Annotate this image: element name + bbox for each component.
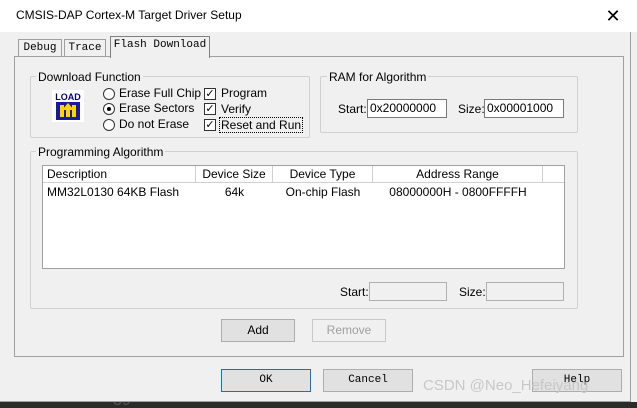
checkbox-reset-and-run[interactable]: ✓: [204, 119, 216, 131]
table-row[interactable]: MM32L0130 64KB Flash 64k On-chip Flash 0…: [43, 184, 564, 202]
ram-size-input[interactable]: 0x00001000: [484, 99, 564, 118]
ok-button[interactable]: OK: [221, 369, 311, 392]
algorithm-size-input[interactable]: [486, 282, 564, 301]
row-description: MM32L0130 64KB Flash: [47, 185, 180, 199]
csdn-watermark: CSDN @Neo_Hefeiyang: [423, 377, 589, 394]
svg-text:LOAD: LOAD: [55, 92, 81, 102]
tab-flash-download[interactable]: Flash Download: [110, 36, 210, 58]
reset-and-run-label: Reset and Run: [219, 117, 304, 133]
column-header-description[interactable]: Description: [43, 166, 196, 183]
cancel-button[interactable]: Cancel: [323, 369, 413, 392]
download-function-label: Download Function: [36, 70, 143, 84]
background-window-strip: [0, 402, 637, 408]
window-title: CMSIS-DAP Cortex-M Target Driver Setup: [16, 8, 242, 22]
programming-algorithm-label: Programming Algorithm: [36, 145, 166, 159]
verify-label: Verify: [221, 102, 252, 116]
tab-debug[interactable]: Debug: [18, 39, 62, 57]
column-header-address-range[interactable]: Address Range: [373, 166, 543, 183]
do-not-erase-label: Do not Erase: [119, 117, 190, 131]
erase-sectors-label: Erase Sectors: [119, 101, 195, 115]
algorithm-size-label: Size:: [459, 285, 486, 299]
checkbox-verify[interactable]: ✓: [204, 103, 216, 115]
radio-erase-full-chip[interactable]: [103, 88, 115, 100]
column-header-device-type[interactable]: Device Type: [273, 166, 373, 183]
row-device-size: 64k: [224, 185, 245, 199]
load-icon: LOAD: [52, 90, 84, 122]
algorithm-list[interactable]: Description Device Size Device Type Addr…: [42, 165, 565, 269]
row-device-type: On-chip Flash: [285, 185, 361, 199]
ram-size-label: Size:: [458, 102, 485, 116]
program-label: Program: [221, 86, 268, 100]
row-address-range: 08000000H - 0800FFFFH: [389, 185, 527, 199]
ram-for-algorithm-label: RAM for Algorithm: [327, 70, 429, 84]
tab-trace[interactable]: Trace: [64, 39, 106, 57]
add-button[interactable]: Add: [221, 319, 295, 342]
checkbox-program[interactable]: ✓: [204, 88, 216, 100]
algorithm-start-input[interactable]: [369, 282, 447, 301]
erase-full-chip-label: Erase Full Chip: [119, 86, 202, 100]
close-button[interactable]: ✕: [598, 4, 628, 28]
column-header-filler: [543, 166, 564, 183]
column-header-device-size[interactable]: Device Size: [196, 166, 273, 183]
remove-button[interactable]: Remove: [312, 319, 386, 342]
radio-do-not-erase[interactable]: [103, 119, 115, 131]
algorithm-start-label: Start:: [340, 285, 369, 299]
ram-start-label: Start:: [338, 102, 367, 116]
ram-start-input[interactable]: 0x20000000: [367, 99, 447, 118]
radio-erase-sectors[interactable]: [103, 103, 115, 115]
